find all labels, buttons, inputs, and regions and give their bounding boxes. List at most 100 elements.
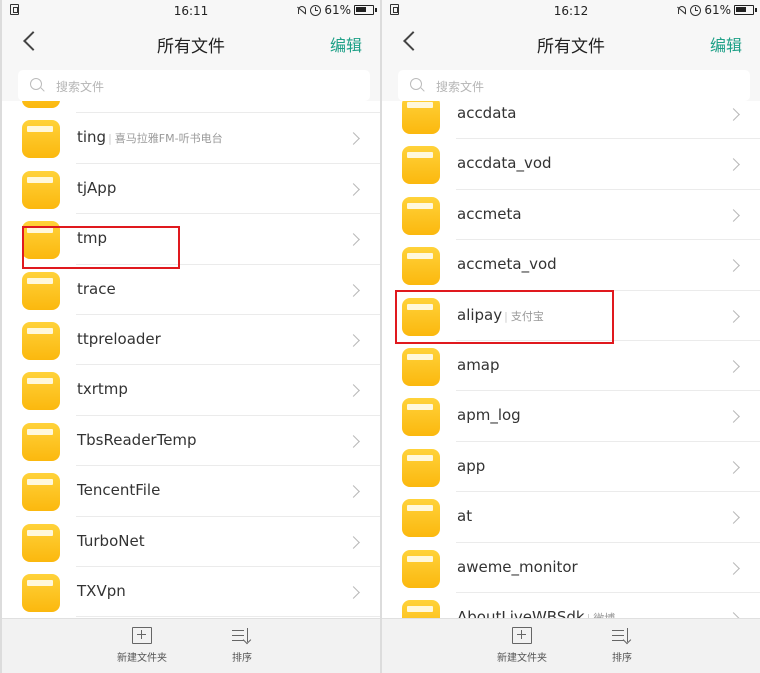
status-bar: 16:12 61%: [382, 0, 760, 22]
folder-icon: [22, 321, 60, 360]
folder-name-text: app: [457, 456, 486, 475]
folder-row[interactable]: accdata: [382, 101, 760, 140]
folder-icon: [22, 271, 60, 310]
chevron-right-icon: [347, 384, 360, 398]
folder-name: amap: [457, 356, 500, 374]
search-input[interactable]: 搜索文件: [398, 70, 750, 101]
battery-icon: [734, 5, 757, 15]
folder-name-text: at: [457, 507, 473, 526]
folder-row[interactable]: accmeta_vod: [382, 240, 760, 291]
folder-name: txrtmp: [77, 380, 128, 398]
folder-icon: [22, 422, 60, 461]
folder-row[interactable]: aweme_monitor: [382, 543, 760, 593]
folder-icon: [402, 499, 440, 538]
chevron-right-icon: [727, 561, 740, 575]
folder-name: at: [457, 507, 472, 525]
folder-list[interactable]: ting喜马拉雅FM-听书电台tjApptmptracettpreloadert…: [2, 101, 380, 618]
folder-app-label: 喜马拉雅FM-听书电台: [108, 132, 223, 145]
folder-row[interactable]: TXVpn: [2, 567, 380, 618]
folder-row[interactable]: ttpreloader: [2, 315, 380, 366]
sort-button[interactable]: 排序: [222, 627, 262, 664]
folder-name: accdata: [457, 104, 516, 122]
bottom-toolbar: 新建文件夹 排序: [382, 618, 760, 673]
chevron-right-icon: [727, 108, 740, 121]
folder-row[interactable]: apm_log: [382, 391, 760, 442]
folder-name-text: TencentFile: [77, 481, 161, 500]
folder-name: tjApp: [77, 179, 116, 197]
folder-row[interactable]: tjApp: [2, 164, 380, 215]
folder-name-text: txrtmp: [77, 380, 128, 399]
folder-name: TXVpn: [77, 582, 126, 600]
new-folder-button[interactable]: 新建文件夹: [114, 627, 170, 664]
folder-icon: [402, 599, 440, 618]
folder-name: apm_log: [457, 406, 521, 424]
folder-row[interactable]: app: [382, 442, 760, 493]
chevron-right-icon: [347, 535, 360, 549]
silent-bell-icon: [676, 5, 687, 16]
folder-icon: [402, 101, 440, 134]
folder-name-text: apm_log: [457, 406, 521, 425]
folder-row[interactable]: AboutLiveWBSdk微博: [382, 593, 760, 618]
folder-row[interactable]: amap: [382, 341, 760, 392]
chevron-right-icon: [347, 586, 360, 599]
folder-row[interactable]: accmeta: [382, 190, 760, 241]
new-folder-icon: [512, 627, 532, 644]
folder-row[interactable]: txrtmp: [2, 365, 380, 416]
folder-name: trace: [77, 280, 116, 298]
folder-row[interactable]: trace: [2, 265, 380, 315]
folder-icon: [402, 196, 440, 235]
folder-list[interactable]: accdata accdata_vod accmeta accmeta_vod alip…: [382, 101, 760, 618]
folder-name: accmeta: [457, 205, 522, 223]
screenshot-pair: 16:11 61% 所有文件 编辑 搜索文件 ting喜马拉雅FM-听书电台 tj…: [0, 0, 760, 673]
folder-row[interactable]: TencentFile: [2, 466, 380, 517]
folder-icon: [402, 347, 440, 386]
folder-name: TencentFile: [77, 481, 160, 499]
chevron-right-icon: [727, 309, 740, 323]
chevron-right-icon: [727, 460, 740, 474]
folder-row[interactable]: TurboNet: [2, 517, 380, 567]
page-title: 所有文件: [537, 37, 605, 57]
chevron-right-icon: [727, 158, 740, 172]
folder-row[interactable]: at: [382, 492, 760, 543]
folder-name-text: accdata_vod: [457, 154, 552, 173]
folder-row[interactable]: [2, 101, 380, 114]
silent-bell-icon: [296, 5, 307, 16]
folder-name-text: ting: [77, 128, 107, 147]
search-icon: [410, 78, 422, 90]
folder-icon: [22, 170, 60, 209]
folder-row[interactable]: accdata_vod: [382, 139, 760, 190]
highlight-box: [395, 290, 614, 344]
search-input[interactable]: 搜索文件: [18, 70, 370, 101]
page-title: 所有文件: [157, 37, 225, 57]
status-indicators: 61%: [676, 3, 757, 17]
edit-button[interactable]: 编辑: [710, 32, 742, 56]
status-indicators: 61%: [296, 3, 377, 17]
battery-icon: [354, 5, 377, 15]
chevron-right-icon: [727, 511, 740, 524]
folder-icon: [22, 473, 60, 512]
folder-name-text: amap: [457, 355, 500, 374]
folder-name: aweme_monitor: [457, 558, 578, 576]
folder-name-text: TXVpn: [77, 581, 126, 600]
folder-name-text: ttpreloader: [77, 329, 161, 348]
search-icon: [30, 78, 42, 90]
chevron-right-icon: [347, 132, 360, 146]
folder-name-text: TurboNet: [77, 531, 145, 550]
folder-icon: [22, 523, 60, 562]
folder-icon: [402, 247, 440, 286]
status-bar: 16:11 61%: [2, 0, 380, 22]
search-placeholder: 搜索文件: [436, 80, 485, 94]
header: 所有文件 编辑: [382, 22, 760, 64]
folder-row[interactable]: ting喜马拉雅FM-听书电台: [2, 113, 380, 164]
edit-button[interactable]: 编辑: [330, 32, 362, 56]
folder-name-text: accdata: [457, 104, 517, 122]
sort-button[interactable]: 排序: [602, 627, 642, 664]
new-folder-label: 新建文件夹: [117, 653, 167, 664]
battery-percent: 61%: [324, 3, 351, 17]
alarm-icon: [310, 4, 322, 16]
sort-icon: [612, 627, 632, 644]
new-folder-button[interactable]: 新建文件夹: [494, 627, 550, 664]
phone-screen-right: 16:12 61% 所有文件 编辑 搜索文件 accdata accdata_vo…: [382, 0, 760, 673]
battery-percent: 61%: [704, 3, 731, 17]
folder-row[interactable]: TbsReaderTemp: [2, 416, 380, 467]
